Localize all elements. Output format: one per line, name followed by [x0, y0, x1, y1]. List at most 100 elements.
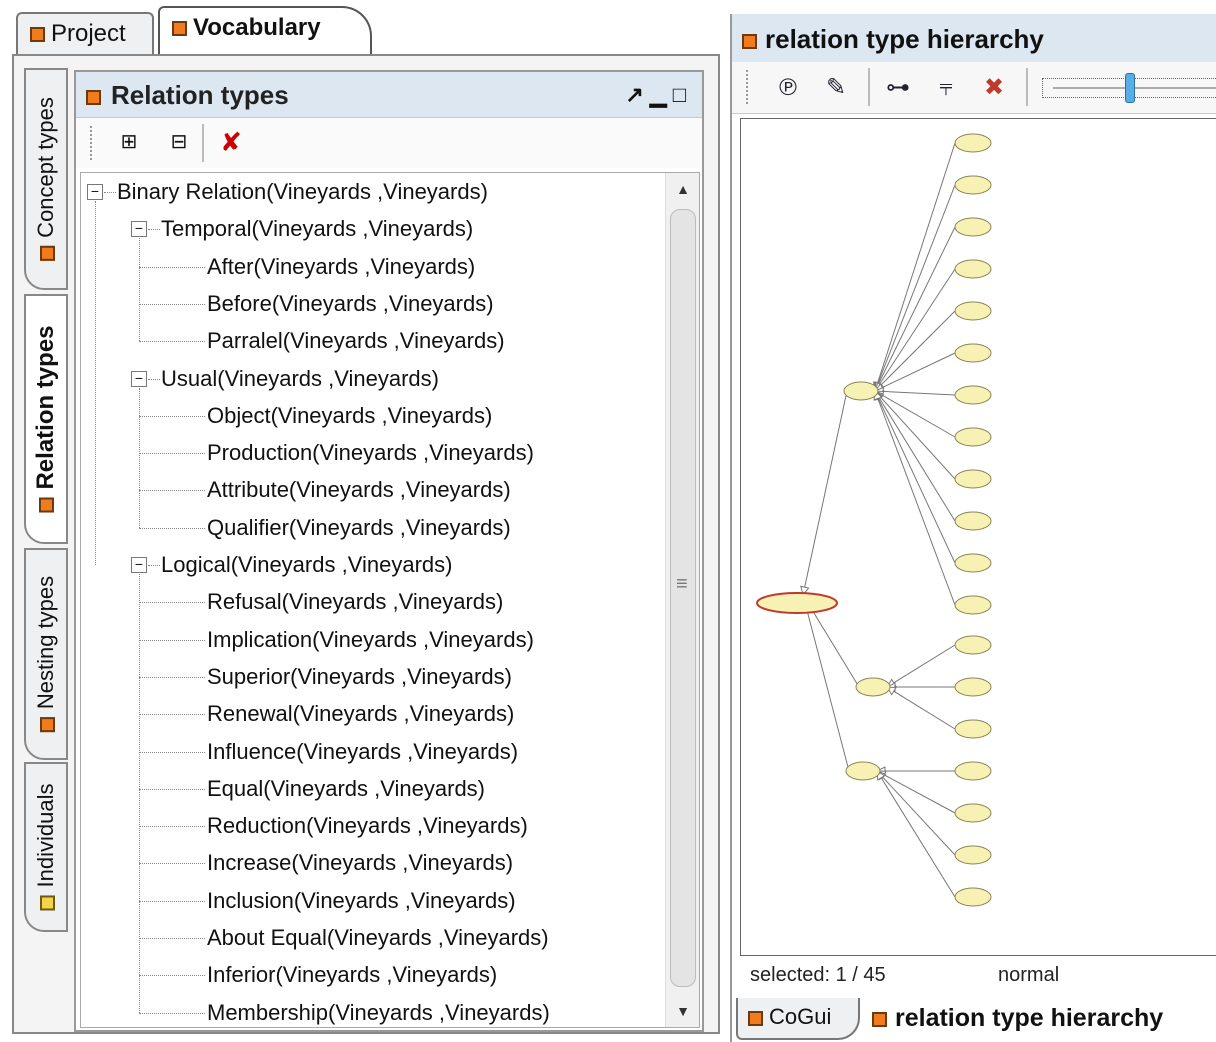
panel-header: Relation types ↗▁□: [76, 72, 702, 118]
graph-node[interactable]: [954, 133, 992, 153]
vertical-scrollbar[interactable]: ▲ ≡ ▼: [665, 173, 699, 1027]
tab-vocabulary[interactable]: Vocabulary: [158, 6, 372, 56]
tree-item-label: Logical(Vineyards ,Vineyards): [161, 552, 453, 577]
graph-node[interactable]: [954, 511, 992, 531]
graph-node[interactable]: [954, 385, 992, 405]
tree-leaf[interactable]: Renewal(Vineyards ,Vineyards): [207, 697, 514, 731]
collapse-toggle-icon[interactable]: −: [131, 221, 147, 238]
tree-group[interactable]: Temporal(Vineyards ,Vineyards): [161, 212, 473, 246]
tree-leaf[interactable]: Influence(Vineyards ,Vineyards): [207, 735, 518, 769]
graph-edge: [876, 770, 956, 856]
tree-leaf[interactable]: Increase(Vineyards ,Vineyards): [207, 846, 513, 880]
graph-node[interactable]: [954, 803, 992, 823]
rt-icon[interactable]: ℗: [772, 72, 804, 104]
graph-group-node[interactable]: [845, 761, 881, 781]
graph-group-node[interactable]: [843, 381, 879, 401]
toolbar-grip[interactable]: [90, 126, 94, 160]
restore-icon[interactable]: ↗: [625, 82, 649, 107]
graph-node[interactable]: [954, 175, 992, 195]
graph-node[interactable]: [954, 677, 992, 697]
tree-leaf[interactable]: Reduction(Vineyards ,Vineyards): [207, 809, 528, 843]
tree-group[interactable]: Usual(Vineyards ,Vineyards): [161, 362, 439, 396]
tree-leaf[interactable]: Implication(Vineyards ,Vineyards): [207, 623, 534, 657]
tree-connector: [148, 565, 160, 566]
tree-leaf[interactable]: Refusal(Vineyards ,Vineyards): [207, 585, 503, 619]
graph-edge: [874, 390, 956, 396]
scroll-thumb[interactable]: ≡: [670, 209, 696, 987]
graph-group-node[interactable]: [855, 677, 891, 697]
tab-relation-type-hierarchy[interactable]: relation type hierarchy: [872, 1004, 1163, 1033]
graph-node[interactable]: [954, 469, 992, 489]
side-tab-nesting-types[interactable]: Nesting types: [24, 548, 68, 760]
tree-item-label: Superior(Vineyards ,Vineyards): [207, 663, 512, 689]
graph-node[interactable]: [954, 343, 992, 363]
zoom-slider[interactable]: [1042, 73, 1216, 103]
tree-leaf[interactable]: Production(Vineyards ,Vineyards): [207, 436, 534, 470]
side-tab-individuals[interactable]: Individuals: [24, 762, 68, 932]
graph-node[interactable]: [954, 845, 992, 865]
tree-layout-icon[interactable]: ⊶: [882, 72, 914, 104]
tree-leaf[interactable]: Before(Vineyards ,Vineyards): [207, 287, 494, 321]
tree-leaf[interactable]: Attribute(Vineyards ,Vineyards): [207, 473, 511, 507]
graph-node[interactable]: [954, 719, 992, 739]
tree-connector: [139, 788, 205, 790]
delete-tag-icon[interactable]: ✖: [978, 72, 1010, 104]
graph-node[interactable]: [954, 259, 992, 279]
tree-connector: [139, 341, 205, 343]
scroll-down-arrow-icon[interactable]: ▼: [666, 995, 699, 1027]
hierarchy-title: relation type hierarchy: [742, 24, 1044, 55]
tab-project[interactable]: Project: [16, 12, 154, 56]
scroll-up-arrow-icon[interactable]: ▲: [666, 173, 699, 205]
tree-connector: [139, 574, 140, 1013]
mode-label: normal: [998, 964, 1060, 986]
hierarchy-layout-icon[interactable]: ⫧: [930, 72, 962, 104]
collapse-toggle-icon[interactable]: −: [87, 184, 103, 200]
tree-item-label: Reduction(Vineyards ,Vineyards): [207, 813, 528, 839]
slider-knob[interactable]: [1125, 73, 1135, 103]
side-tab-concept-types[interactable]: Concept types: [24, 68, 68, 290]
left-tab-bar: Project Vocabulary: [0, 0, 730, 56]
tree-leaf[interactable]: Inclusion(Vineyards ,Vineyards): [207, 884, 516, 918]
tree-leaf[interactable]: Qualifier(Vineyards ,Vineyards): [207, 511, 511, 545]
maximize-icon[interactable]: □: [673, 82, 692, 107]
tree-leaf[interactable]: About Equal(Vineyards ,Vineyards): [207, 921, 549, 955]
collapse-all-button[interactable]: ⊟: [164, 128, 194, 158]
edit-icon[interactable]: ✎: [820, 72, 852, 104]
tree-group[interactable]: Logical(Vineyards ,Vineyards): [161, 548, 452, 582]
graph-node[interactable]: [954, 427, 992, 447]
tree-connector: [139, 938, 205, 939]
graph-node[interactable]: [954, 301, 992, 321]
tree-connector: [139, 639, 205, 641]
collapse-toggle-icon[interactable]: −: [131, 370, 147, 387]
minimize-icon[interactable]: ▁: [650, 82, 673, 107]
tree-leaf[interactable]: After(Vineyards ,Vineyards): [207, 250, 475, 284]
toolbar-grip[interactable]: [746, 70, 750, 104]
tree-item-label: Temporal(Vineyards ,Vineyards): [161, 216, 474, 242]
expand-all-button[interactable]: ⊞: [114, 128, 144, 158]
tree-leaf[interactable]: Superior(Vineyards ,Vineyards): [207, 660, 512, 694]
relation-types-icon: [86, 89, 101, 105]
graph-node[interactable]: [954, 887, 992, 907]
tree-leaf[interactable]: Object(Vineyards ,Vineyards): [207, 399, 492, 433]
graph-node[interactable]: [954, 761, 992, 781]
graph-node[interactable]: [954, 635, 992, 655]
graph-node[interactable]: [954, 217, 992, 237]
plus-box-icon: ⊞: [120, 131, 138, 153]
tree-leaf[interactable]: Equal(Vineyards ,Vineyards): [207, 772, 485, 806]
graph-node[interactable]: [954, 553, 992, 573]
graph-edge: [876, 770, 956, 898]
graph-edge: [874, 142, 956, 392]
window-controls: ↗▁□: [625, 82, 692, 108]
graph-node[interactable]: [954, 595, 992, 615]
collapse-toggle-icon[interactable]: −: [131, 557, 147, 573]
side-tab-relation-types[interactable]: Relation types: [24, 294, 68, 544]
tree-root[interactable]: Binary Relation(Vineyards ,Vineyards): [117, 175, 488, 209]
graph-root-node[interactable]: [756, 592, 838, 614]
delete-button[interactable]: ✘: [216, 128, 246, 158]
tree-connector: [139, 900, 205, 902]
tree-leaf[interactable]: Membership(Vineyards ,Vineyards): [207, 996, 550, 1027]
tree-leaf[interactable]: Parralel(Vineyards ,Vineyards): [207, 324, 505, 358]
tab-cogui[interactable]: CoGui: [736, 998, 860, 1040]
tree-leaf[interactable]: Inferior(Vineyards ,Vineyards): [207, 958, 497, 992]
hierarchy-graph[interactable]: [740, 118, 1216, 956]
